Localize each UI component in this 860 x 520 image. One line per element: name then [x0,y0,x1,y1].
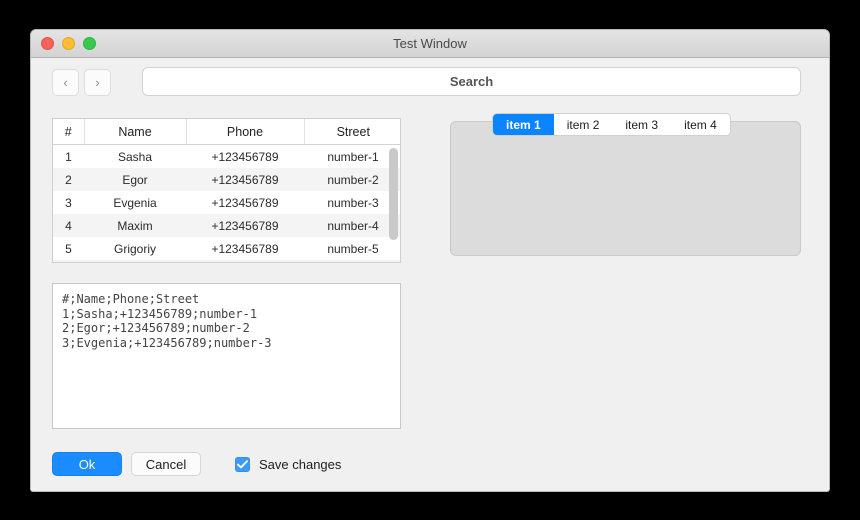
cell-phone: +123456789 [211,218,279,233]
cell-name: Sasha [117,149,153,164]
cell-phone: +123456789 [211,241,279,256]
csv-textarea[interactable]: #;Name;Phone;Street 1;Sasha;+123456789;n… [52,283,401,429]
cell-name: Grigoriy [113,241,156,256]
cell-index: 3 [65,195,72,210]
column-header-name[interactable]: Name [84,119,187,145]
contacts-table[interactable]: # Name Phone Street 1 Sasha +123456789 n… [52,118,401,263]
cell-name: Egor [122,172,148,187]
cell-phone: +123456789 [186,260,304,262]
tab-item-2[interactable]: item 2 [553,114,613,135]
save-changes-checkbox-row[interactable]: Save changes [235,456,342,472]
table-row[interactable]: 1 Sasha +123456789 number-1 [53,144,400,168]
cell-name: Evgenia [113,195,157,210]
cell-street: number-3 [327,195,379,210]
toolbar: ‹ › Search [31,58,829,103]
cell-name: Maxim [117,218,153,233]
title-bar: Test Window [31,30,829,58]
cell-index: 2 [65,172,72,187]
screen: Test Window ‹ › Search # Name Phone Stre… [0,0,860,520]
checkmark-icon [237,459,248,468]
cell-phone: +123456789 [211,172,279,187]
cell-index: 4 [65,218,72,233]
table-row[interactable]: 3 Evgenia +123456789 number-3 [53,191,400,214]
cell-index: 5 [65,241,72,256]
cell-phone: +123456789 [211,149,279,164]
column-header-street[interactable]: Street [304,119,400,145]
cell-phone: +123456789 [211,195,279,210]
app-window: Test Window ‹ › Search # Name Phone Stre… [30,29,830,492]
chevron-left-icon: ‹ [63,75,68,90]
cell-index: 1 [65,149,72,164]
tab-item-1[interactable]: item 1 [493,114,554,135]
table-row[interactable]: 6 Nastya +123456789 number-6 [53,260,400,262]
tab-item-3[interactable]: item 3 [612,114,672,135]
column-header-phone[interactable]: Phone [186,119,305,145]
chevron-right-icon: › [95,75,100,90]
scrollbar-thumb[interactable] [389,148,398,240]
table-vertical-scrollbar[interactable] [389,146,398,262]
back-button[interactable]: ‹ [52,69,79,96]
cell-street: number-6 [304,260,400,262]
table-header-row: # Name Phone Street [53,119,400,145]
table-row[interactable]: 4 Maxim +123456789 number-4 [53,214,400,237]
cell-street: number-5 [327,241,379,256]
cell-index: 6 [53,260,84,262]
cancel-button[interactable]: Cancel [131,452,201,476]
table-row[interactable]: 5 Grigoriy +123456789 number-5 [53,237,400,260]
cell-street: number-1 [327,149,379,164]
forward-button[interactable]: › [84,69,111,96]
save-changes-checkbox[interactable] [235,456,250,472]
tab-bar: item 1 item 2 item 3 item 4 [492,113,731,136]
search-input-value: Search [449,74,494,89]
column-header-index[interactable]: # [53,119,85,145]
search-input[interactable]: Search [142,67,801,96]
cell-street: number-2 [327,172,379,187]
table-row[interactable]: 2 Egor +123456789 number-2 [53,168,400,191]
tab-panel: item 1 item 2 item 3 item 4 [450,113,801,256]
footer-actions: Ok Cancel Save changes [52,452,341,476]
window-title: Test Window [393,36,467,51]
cell-street: number-4 [327,218,379,233]
cell-name: Nastya [84,260,186,262]
save-changes-label: Save changes [259,456,342,472]
tab-item-4[interactable]: item 4 [671,114,730,135]
ok-button[interactable]: Ok [52,452,122,476]
